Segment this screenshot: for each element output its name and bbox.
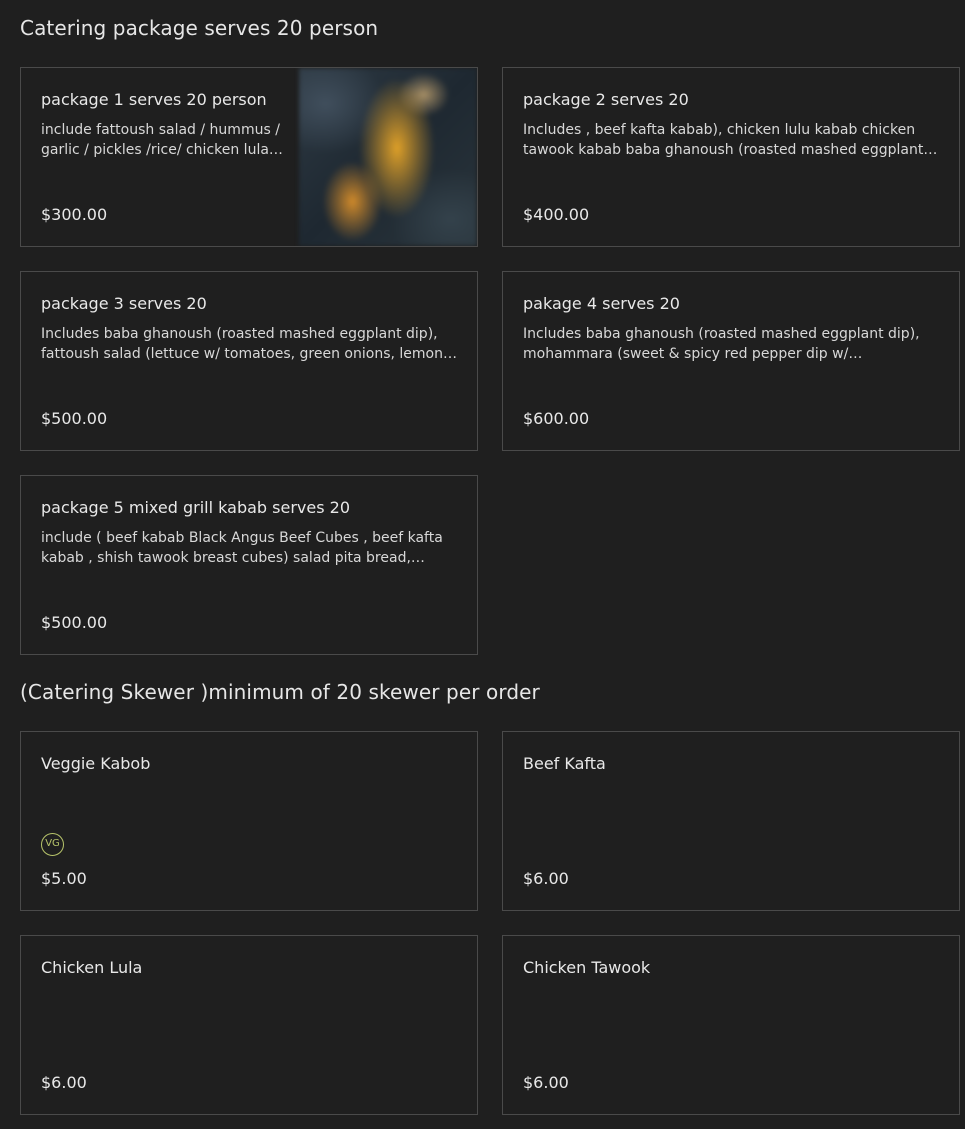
menu-item-package-3[interactable]: package 3 serves 20 Includes baba ghanou…: [20, 271, 478, 451]
menu-item-name: package 1 serves 20 person: [41, 90, 267, 109]
menu-item-package-5[interactable]: package 5 mixed grill kabab serves 20 in…: [20, 475, 478, 655]
menu-item-price: $6.00: [523, 869, 569, 888]
menu-item-name: Beef Kafta: [523, 754, 606, 773]
menu-item-package-2[interactable]: package 2 serves 20 Includes , beef kaft…: [502, 67, 960, 247]
menu-item-description: include fattoush salad / hummus / garlic…: [41, 122, 280, 158]
menu-item-name: Chicken Lula: [41, 958, 143, 977]
menu-item-name: pakage 4 serves 20: [523, 294, 680, 313]
menu-item-price: $6.00: [41, 1073, 87, 1092]
vg-badge-icon: VG: [41, 833, 64, 856]
menu-item-chicken-lula[interactable]: Chicken Lula $6.00: [20, 935, 478, 1115]
menu-item-name: Chicken Tawook: [523, 958, 651, 977]
menu-item-price: $500.00: [41, 409, 108, 428]
section-title-catering-packages: Catering package serves 20 person: [20, 16, 379, 40]
menu-item-description: include ( beef kabab Black Angus Beef Cu…: [41, 530, 443, 566]
menu-item-veggie-kabob[interactable]: Veggie Kabob VG $5.00: [20, 731, 478, 911]
menu-item-photo: [299, 68, 477, 246]
menu-item-beef-kafta[interactable]: Beef Kafta $6.00: [502, 731, 960, 911]
menu-item-price: $400.00: [523, 205, 590, 224]
menu-item-name: package 5 mixed grill kabab serves 20: [41, 498, 350, 517]
menu-item-chicken-tawook[interactable]: Chicken Tawook $6.00: [502, 935, 960, 1115]
menu-item-description: Includes , beef kafta kabab), chicken lu…: [523, 122, 924, 158]
menu-item-description: Includes baba ghanoush (roasted mashed e…: [523, 326, 920, 362]
menu-item-name: package 2 serves 20: [523, 90, 689, 109]
menu-item-price: $600.00: [523, 409, 590, 428]
menu-item-package-4[interactable]: pakage 4 serves 20 Includes baba ghanous…: [502, 271, 960, 451]
menu-item-description: Includes baba ghanoush (roasted mashed e…: [41, 326, 443, 362]
menu-item-price: $5.00: [41, 869, 87, 888]
menu-item-price: $300.00: [41, 205, 108, 224]
section-title-catering-skewer: (Catering Skewer )minimum of 20 skewer p…: [20, 680, 540, 704]
menu-item-name: package 3 serves 20: [41, 294, 207, 313]
menu-item-price: $500.00: [41, 613, 108, 632]
menu-item-package-1[interactable]: package 1 serves 20 person include fatto…: [20, 67, 478, 247]
menu-item-name: Veggie Kabob: [41, 754, 151, 773]
menu-item-price: $6.00: [523, 1073, 569, 1092]
